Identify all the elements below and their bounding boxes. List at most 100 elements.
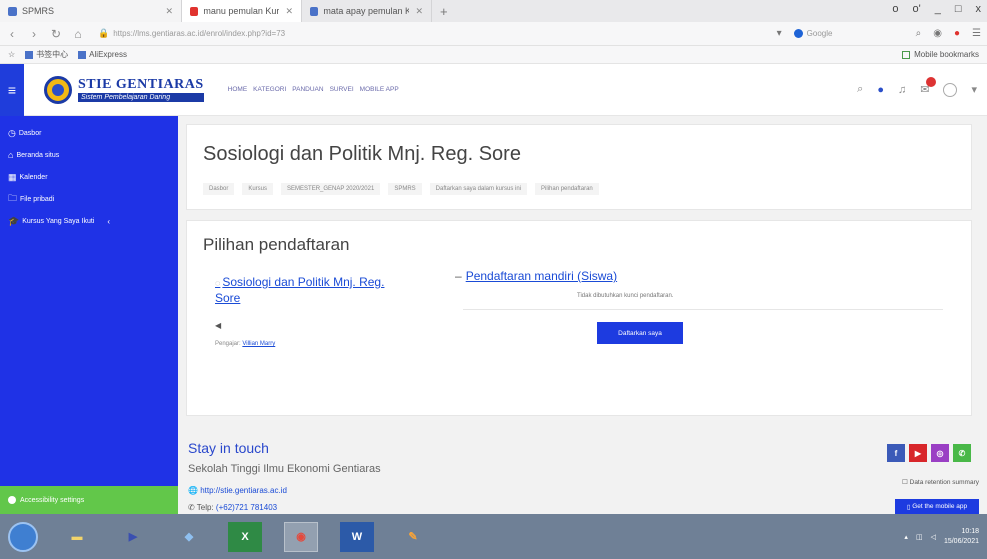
clock-date: 15/06/2021: [943, 537, 979, 545]
home-icon: ⌂: [8, 150, 14, 160]
retention-label: Data retention summary: [909, 479, 979, 486]
course-link[interactable]: ◌ Sosiologi dan Politik Mnj. Reg. Sore: [215, 275, 405, 306]
lock-icon: 🔒: [98, 28, 110, 38]
windows-taskbar: ▬ ▶ ◆ X ◉ W ✎ ▴ ◫ ◁ 10:18 15/06/2021: [0, 514, 987, 559]
window-ctrl-1[interactable]: o: [892, 3, 898, 15]
teacher-label: Pengajar:: [215, 341, 241, 347]
new-tab-button[interactable]: +: [432, 4, 456, 19]
breadcrumb: Dasbor Kursus SEMESTER_GENAP 2020/2021 S…: [203, 183, 599, 195]
accessibility-icon: [8, 496, 16, 504]
avatar[interactable]: [943, 82, 958, 97]
sidebar-item-my-courses[interactable]: 🎓 Kursus Yang Saya Ikuti ‹: [0, 210, 178, 232]
back-icon[interactable]: ‹: [6, 27, 18, 41]
taskbar-word-icon[interactable]: W: [340, 521, 374, 552]
message-icon[interactable]: ✉: [920, 77, 937, 96]
self-enrolment-toggle[interactable]: – Pendaftaran mandiri (Siswa): [455, 269, 617, 283]
reload-icon[interactable]: ↻: [50, 27, 62, 41]
menu-panduan[interactable]: PANDUAN: [292, 86, 323, 93]
mobile-bookmarks-icon: [902, 50, 911, 59]
breadcrumb-item[interactable]: SPMRS: [388, 183, 422, 195]
instagram-icon[interactable]: ◎: [931, 444, 949, 462]
youtube-icon[interactable]: ▶: [909, 444, 927, 462]
breadcrumb-item[interactable]: Dasbor: [203, 183, 235, 195]
notification-icon[interactable]: ♫: [898, 84, 906, 96]
whatsapp-icon[interactable]: ✆: [953, 444, 971, 462]
close-window-button[interactable]: x: [976, 3, 982, 15]
browser-tab-third[interactable]: mata apay pemulan Kursus... ✕: [302, 0, 432, 22]
site-logo[interactable]: STIE GENTIARAS Sistem Pembelajaran Darin…: [44, 75, 204, 104]
taskbar-media-icon[interactable]: ▶: [116, 522, 150, 552]
home-icon[interactable]: ⌂: [72, 27, 84, 41]
sidebar-item-dasbor[interactable]: ◷ Dasbor: [0, 122, 178, 144]
language-icon[interactable]: ●: [877, 84, 884, 96]
browser-tab-spmrs[interactable]: SPMRS ✕: [0, 0, 182, 22]
breadcrumb-item[interactable]: Daftarkan saya dalam kursus ini: [429, 183, 528, 195]
taskbar-excel-icon[interactable]: X: [228, 521, 262, 552]
taskbar-paint-icon[interactable]: ✎: [396, 522, 430, 552]
address-toolbar: ‹ › ↻ ⌂ 🔒 https://lms.gentiaras.ac.id/en…: [0, 22, 987, 46]
start-button-icon[interactable]: [8, 521, 38, 552]
menu-kategori[interactable]: KATEGORI: [253, 86, 286, 93]
hamburger-menu-icon[interactable]: ≡: [0, 63, 24, 116]
window-ctrl-2[interactable]: o': [913, 3, 921, 15]
bookmark-item[interactable]: AliExpress: [78, 50, 127, 59]
bookmark-folder-icon: [78, 50, 87, 59]
sidebar-item-beranda[interactable]: ⌂ Beranda situs: [0, 144, 178, 166]
page-title: Sosiologi dan Politik Mnj. Reg. Sore: [203, 143, 521, 165]
star-icon[interactable]: ☆: [8, 50, 15, 59]
tab-close-icon[interactable]: ✕: [285, 6, 293, 17]
teacher-link[interactable]: Villian Marry: [242, 341, 275, 347]
chevron-left-icon[interactable]: ‹: [107, 217, 110, 226]
tray-arrow-icon[interactable]: ▴: [904, 533, 908, 541]
volume-icon[interactable]: ◁: [931, 533, 936, 541]
tab-close-icon[interactable]: ✕: [415, 6, 423, 17]
course-icon: ◌: [215, 278, 221, 288]
file-icon: 🗀: [8, 193, 18, 203]
data-retention-link[interactable]: ☐ Data retention summary: [902, 478, 979, 486]
dashboard-icon: ◷: [8, 127, 16, 138]
forward-icon[interactable]: ›: [28, 27, 40, 41]
top-menu: HOME KATEGORI PANDUAN SURVEI MOBILE APP: [228, 86, 399, 93]
website-link[interactable]: http://stie.gentiaras.ac.id: [200, 486, 287, 495]
tray-network-icon[interactable]: ◫: [916, 533, 923, 541]
alert-icon[interactable]: ●: [954, 28, 960, 39]
search-engine-box[interactable]: Google: [793, 26, 904, 42]
menu-icon[interactable]: ☰: [972, 28, 981, 39]
facebook-icon[interactable]: f: [887, 444, 905, 462]
tab-close-icon[interactable]: ✕: [165, 6, 173, 17]
menu-survei[interactable]: SURVEI: [330, 86, 354, 93]
bookmark-label: 书签中心: [36, 50, 69, 59]
breadcrumb-item[interactable]: SEMESTER_GENAP 2020/2021: [281, 183, 381, 195]
dropdown-icon[interactable]: ▾: [777, 28, 782, 39]
sidebar-item-file-pribadi[interactable]: 🗀 File pribadi: [0, 188, 178, 210]
minimize-button[interactable]: _: [935, 3, 941, 15]
taskbar-chrome-icon[interactable]: ◉: [284, 521, 318, 552]
breadcrumb-item[interactable]: Kursus: [242, 183, 274, 195]
accessibility-label: Accessibility settings: [20, 496, 85, 504]
divider: [463, 309, 943, 310]
menu-home[interactable]: HOME: [228, 86, 248, 93]
maximize-button[interactable]: □: [955, 3, 962, 15]
system-clock[interactable]: 10:18 15/06/2021: [944, 527, 979, 547]
enrol-me-button[interactable]: Daftarkan saya: [597, 322, 683, 344]
taskbar-app-icon[interactable]: ◆: [172, 522, 206, 552]
brand-name: STIE GENTIARAS: [78, 77, 204, 92]
mobile-bookmarks[interactable]: Mobile bookmarks: [902, 50, 979, 59]
extension-icon[interactable]: ◉: [933, 28, 942, 39]
get-mobile-app-button[interactable]: ▯ Get the mobile app: [895, 499, 979, 514]
taskbar-explorer-icon[interactable]: ▬: [60, 522, 94, 552]
browser-tab-active[interactable]: manu pemulan Kursus pada... ✕: [182, 0, 302, 22]
message-badge: [926, 77, 937, 87]
search-icon[interactable]: ⌕: [916, 28, 922, 39]
mobile-phone-icon: ▯: [906, 503, 911, 511]
clock-time: 10:18: [961, 527, 979, 535]
bookmark-label: AliExpress: [89, 50, 127, 59]
phone-link[interactable]: (+62)721 781403: [216, 503, 277, 512]
user-menu-chevron-icon[interactable]: ▾: [971, 83, 977, 96]
sidebar-item-kalender[interactable]: ▦ Kalender: [0, 166, 178, 188]
accessibility-settings-button[interactable]: Accessibility settings: [0, 486, 178, 514]
bookmark-item[interactable]: 书签中心: [25, 49, 68, 60]
url-field[interactable]: 🔒 https://lms.gentiaras.ac.id/enrol/inde…: [94, 25, 654, 43]
search-icon[interactable]: ⌕: [857, 83, 863, 96]
menu-mobile-app[interactable]: MOBILE APP: [360, 86, 399, 93]
